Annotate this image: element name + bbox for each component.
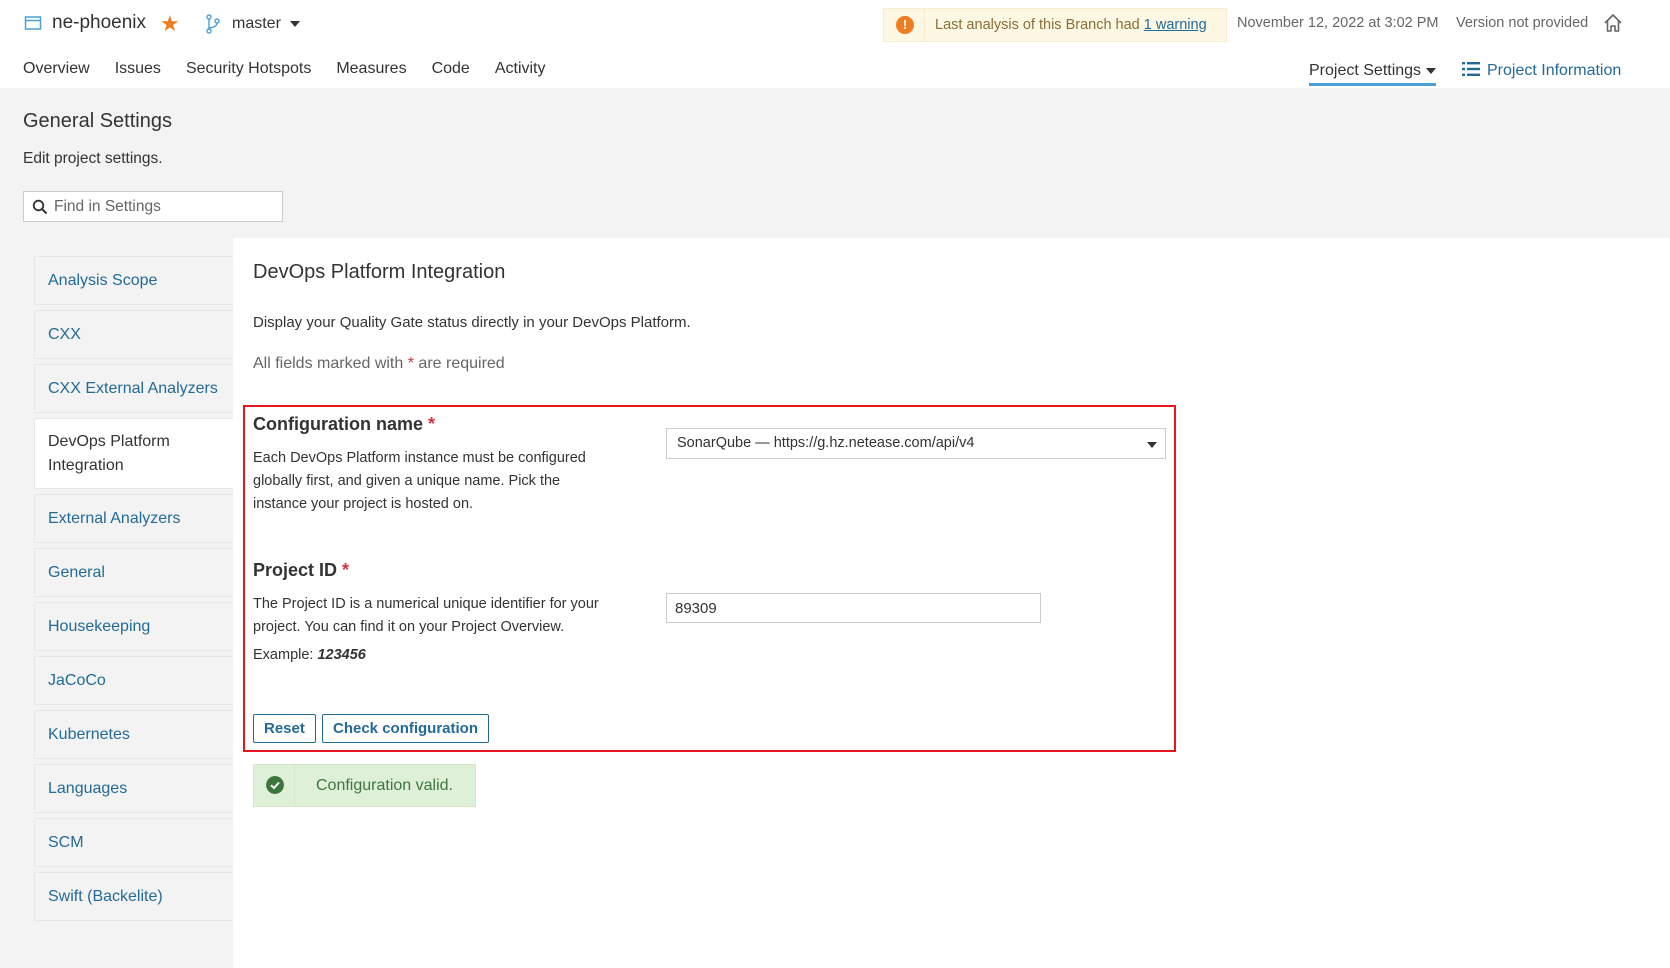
branch-selector[interactable]: master	[232, 15, 281, 33]
page-title: General Settings	[23, 110, 172, 132]
settings-sidebar: Analysis Scope CXX CXX External Analyzer…	[34, 256, 233, 926]
config-name-help: Each DevOps Platform instance must be co…	[253, 450, 586, 512]
sidebar-item-cxx-external-analyzers[interactable]: CXX External Analyzers	[34, 364, 233, 413]
warning-icon: !	[896, 16, 914, 34]
chevron-down-icon	[1147, 442, 1157, 448]
nav-code[interactable]: Code	[432, 60, 470, 78]
config-name-select[interactable]: SonarQube — https://g.hz.netease.com/api…	[666, 428, 1166, 459]
search-input[interactable]	[54, 193, 276, 220]
sidebar-item-general[interactable]: General	[34, 548, 233, 597]
sidebar-item-cxx[interactable]: CXX	[34, 310, 233, 359]
divider	[924, 9, 925, 41]
nav-project-settings[interactable]: Project Settings	[1309, 62, 1437, 86]
analysis-date: November 12, 2022 at 3:02 PM	[1237, 15, 1439, 31]
favorite-star-icon[interactable]: ★	[160, 12, 180, 36]
sidebar-item-devops-platform-integration[interactable]: DevOps Platform Integration	[34, 418, 233, 489]
nav-issues[interactable]: Issues	[115, 60, 161, 78]
sidebar-item-jacoco[interactable]: JaCoCo	[34, 656, 233, 705]
nav-measures[interactable]: Measures	[336, 60, 406, 78]
sidebar-item-languages[interactable]: Languages	[34, 764, 233, 813]
section-title: DevOps Platform Integration	[253, 261, 506, 283]
warning-text: Last analysis of this Branch had 1 warni…	[935, 17, 1207, 33]
page-description: Edit project settings.	[23, 150, 163, 167]
check-circle-icon	[266, 776, 284, 794]
project-id-help: The Project ID is a numerical unique ide…	[253, 596, 599, 635]
success-alert: Configuration valid.	[253, 764, 476, 807]
config-name-value: SonarQube — https://g.hz.netease.com/api…	[677, 435, 975, 451]
section-description: Display your Quality Gate status directl…	[253, 314, 691, 331]
warning-link[interactable]: 1 warning	[1144, 17, 1207, 33]
chevron-down-icon	[1426, 67, 1437, 74]
project-id-label: Project ID *	[253, 560, 350, 580]
home-icon[interactable]	[1603, 13, 1623, 33]
sidebar-item-swift-backelite[interactable]: Swift (Backelite)	[34, 872, 233, 921]
branch-icon	[206, 14, 220, 34]
nav-overview[interactable]: Overview	[23, 60, 90, 78]
nav-security-hotspots[interactable]: Security Hotspots	[186, 60, 311, 78]
sidebar-item-kubernetes[interactable]: Kubernetes	[34, 710, 233, 759]
success-message: Configuration valid.	[316, 777, 453, 794]
config-name-label: Configuration name *	[253, 414, 436, 434]
required-note: All fields marked with * are required	[253, 355, 505, 372]
project-name[interactable]: ne-phoenix	[52, 12, 146, 34]
nav-project-information[interactable]: Project Information	[1462, 62, 1621, 80]
page-header: General Settings Edit project settings.	[0, 88, 1670, 238]
sidebar-item-analysis-scope[interactable]: Analysis Scope	[34, 256, 233, 305]
project-icon	[24, 16, 42, 30]
sidebar-item-housekeeping[interactable]: Housekeeping	[34, 602, 233, 651]
chevron-down-icon[interactable]	[290, 21, 300, 27]
main-nav: Overview Issues Security Hotspots Measur…	[23, 60, 571, 78]
version-text: Version not provided	[1456, 15, 1589, 31]
warning-banner: ! Last analysis of this Branch had 1 war…	[883, 8, 1227, 42]
search-icon	[32, 199, 48, 215]
check-configuration-button[interactable]: Check configuration	[322, 714, 490, 743]
project-id-input[interactable]	[666, 593, 1041, 623]
nav-activity[interactable]: Activity	[495, 60, 546, 78]
settings-search[interactable]	[23, 191, 283, 222]
project-id-example: Example: 123456	[253, 647, 366, 663]
main-panel: DevOps Platform Integration Display your…	[233, 238, 1670, 968]
top-bar: ne-phoenix ★ master ! Last analysis of t…	[0, 0, 1670, 88]
sidebar-item-scm[interactable]: SCM	[34, 818, 233, 867]
sidebar-item-external-analyzers[interactable]: External Analyzers	[34, 494, 233, 543]
divider	[294, 765, 295, 806]
list-icon	[1462, 62, 1480, 76]
reset-button[interactable]: Reset	[253, 714, 316, 743]
